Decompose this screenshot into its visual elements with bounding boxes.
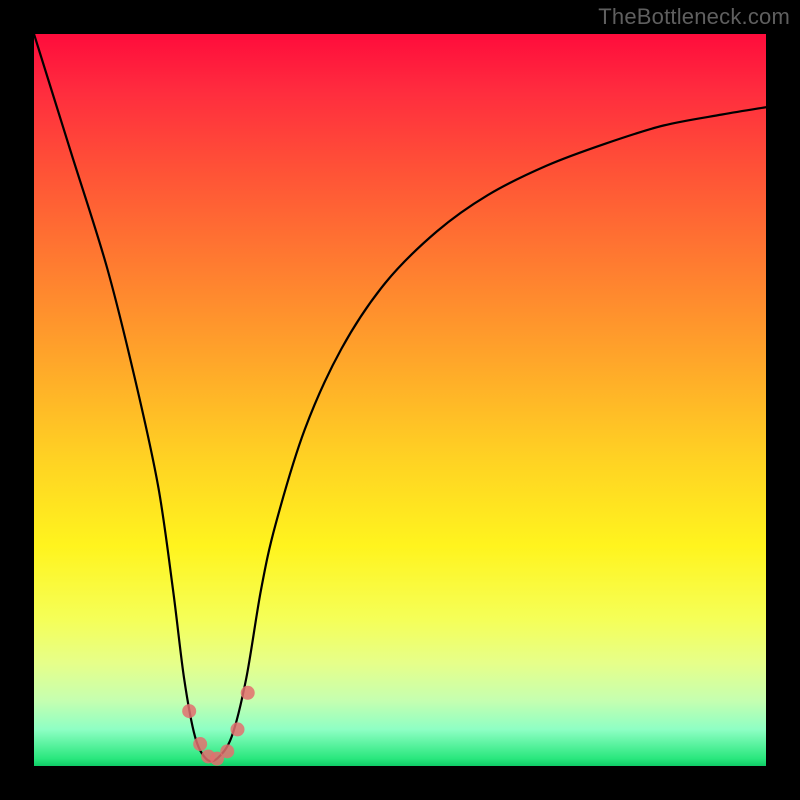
curve-marker xyxy=(193,737,207,751)
gradient-plot-area xyxy=(34,34,766,766)
chart-frame: TheBottleneck.com xyxy=(0,0,800,800)
chart-svg xyxy=(34,34,766,766)
bottleneck-curve xyxy=(34,34,766,761)
watermark-label: TheBottleneck.com xyxy=(598,4,790,30)
curve-marker xyxy=(220,744,234,758)
curve-marker xyxy=(241,686,255,700)
curve-marker xyxy=(182,704,196,718)
curve-marker xyxy=(231,722,245,736)
